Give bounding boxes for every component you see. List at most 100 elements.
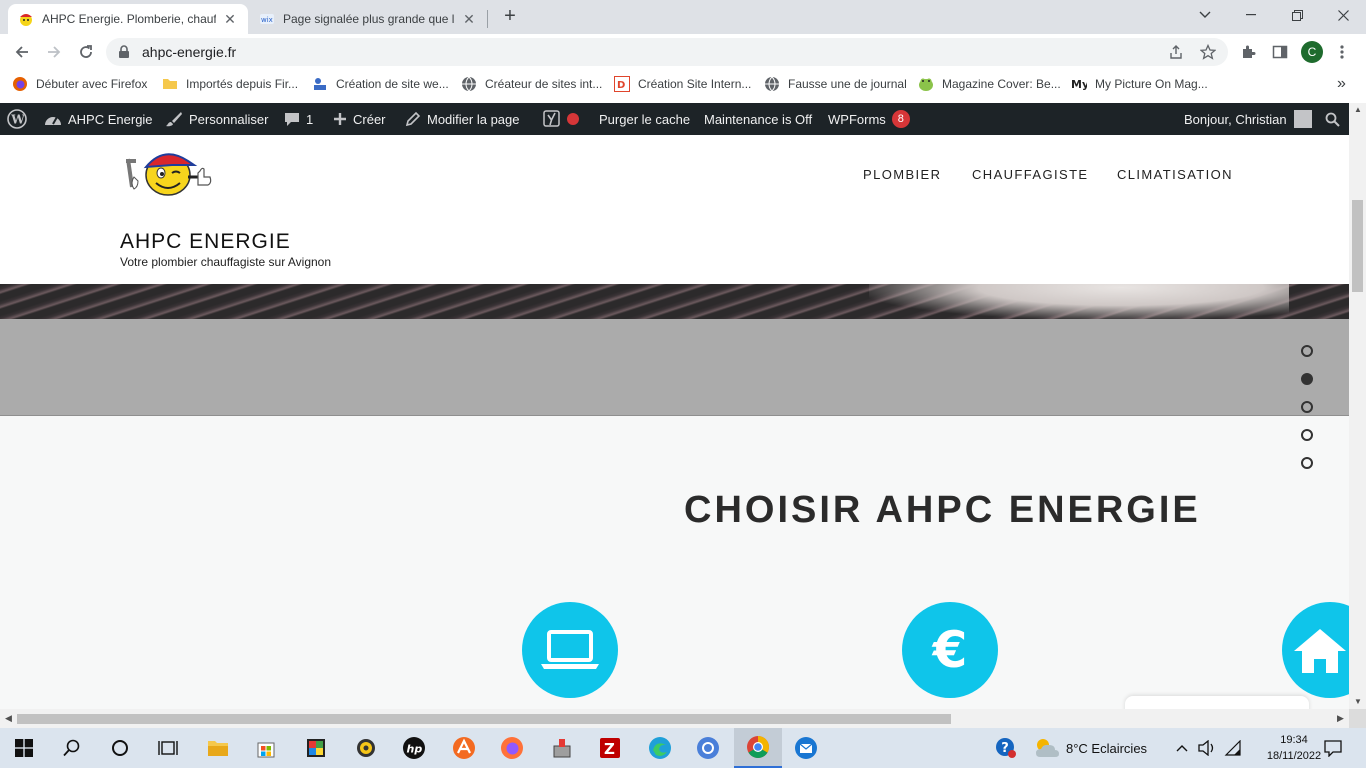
profile-avatar[interactable]: C [1301,41,1323,63]
vertical-scroll-thumb[interactable] [1352,200,1363,292]
start-button[interactable] [0,728,48,768]
help-icon[interactable]: ? [982,728,1030,768]
usb-tool-icon[interactable] [538,728,586,768]
brush-icon [166,112,182,127]
bookmark-item[interactable]: Importés depuis Fir... [162,75,298,93]
horizontal-scrollbar[interactable]: ◀ ▶ [0,709,1349,728]
scroll-right-arrow-icon[interactable]: ▶ [1337,713,1344,724]
share-icon[interactable] [1168,44,1184,60]
hp-icon[interactable]: hp [390,728,438,768]
site-tagline: Votre plombier chauffagiste sur Avignon [120,255,332,269]
yoast-seo-link[interactable] [543,103,593,135]
firefox-icon [13,77,27,91]
weather-widget[interactable]: 8°C Eclaircies [1034,728,1147,768]
tab-close-icon[interactable]: ✕ [461,11,477,27]
chromium-icon[interactable] [684,728,732,768]
maintenance-status-link[interactable]: Maintenance is Off [704,103,812,135]
wp-search-icon[interactable] [1325,103,1346,135]
cortana-icon[interactable] [96,728,144,768]
seo-status-dot [567,113,579,125]
filezilla-icon[interactable]: Z [586,728,634,768]
slider-dot[interactable] [1301,457,1313,469]
site-title[interactable]: AHPC ENERGIE [120,230,291,254]
photo-app-icon[interactable] [292,728,340,768]
my-icon: My [1071,78,1087,91]
wp-new-link[interactable]: Créer [333,103,386,135]
nav-chauffagiste[interactable]: CHAUFFAGISTE [972,167,1088,182]
url-text[interactable]: ahpc-energie.fr [142,44,236,60]
bookmark-item[interactable]: My My Picture On Mag... [1071,75,1208,93]
nav-plombier[interactable]: PLOMBIER [863,167,941,182]
avast-icon[interactable] [440,728,488,768]
slider-dot-active[interactable] [1301,373,1313,385]
address-bar[interactable]: ahpc-energie.fr [106,38,1228,66]
volume-icon[interactable] [1198,728,1216,768]
purge-cache-link[interactable]: Purger le cache [599,103,690,135]
minimize-button[interactable] [1228,4,1274,26]
wp-customize-link[interactable]: Personnaliser [165,103,269,135]
tab-page-signalee[interactable]: wix Page signalée plus grande que la ✕ [249,4,487,34]
horizontal-scroll-thumb[interactable] [17,714,951,724]
menu-icon[interactable] [1330,40,1354,64]
vertical-scrollbar[interactable]: ▲ ▼ [1349,103,1366,709]
wp-admin-bar: W AHPC Energie Personnaliser 1 Créer Mod… [0,103,1349,135]
extensions-icon[interactable] [1236,40,1260,64]
scroll-left-arrow-icon[interactable]: ◀ [5,713,12,724]
bookmark-item[interactable]: Débuter avec Firefox [12,75,147,93]
notifications-icon[interactable] [1324,728,1342,768]
hero-image [0,284,1349,319]
mail-app-icon[interactable] [782,728,830,768]
bookmark-item[interactable]: Créateur de sites int... [461,75,602,93]
restore-button[interactable] [1274,4,1320,26]
bookmark-item[interactable]: D Création Site Intern... [614,75,751,93]
tab-search-icon[interactable] [1182,4,1228,26]
tray-show-hidden-icon[interactable] [1176,728,1188,768]
slider-dot[interactable] [1301,345,1313,357]
bookmark-star-icon[interactable] [1200,44,1216,60]
nav-climatisation[interactable]: CLIMATISATION [1117,167,1233,182]
wpforms-link[interactable]: WPForms 8 [828,103,910,135]
network-icon[interactable] [1224,728,1242,768]
scroll-up-arrow-icon[interactable]: ▲ [1354,105,1362,114]
folder-icon [163,79,177,89]
chat-widget[interactable] [1125,696,1309,709]
tab-ahpc[interactable]: AHPC Energie. Plomberie, chauff ✕ [8,4,248,34]
edge-icon[interactable] [636,728,684,768]
dashboard-icon [45,116,61,125]
slider-dot[interactable] [1301,429,1313,441]
search-icon[interactable] [48,728,96,768]
bookmark-item[interactable]: Magazine Cover: Be... [918,75,1061,93]
wp-account-link[interactable]: Bonjour, Christian [1184,103,1312,135]
more-bookmarks-button[interactable]: » [1337,75,1346,93]
slider-dot[interactable] [1301,401,1313,413]
side-panel-icon[interactable] [1268,40,1292,64]
wp-comments-link[interactable]: 1 [284,103,313,135]
tab-title: Page signalée plus grande que la [283,12,455,26]
site-header: PLOMBIER CHAUFFAGISTE CLIMATISATION AHPC… [0,135,1349,284]
forward-button[interactable] [42,40,66,64]
wp-site-link[interactable]: AHPC Energie [44,103,153,135]
reload-button[interactable] [74,40,98,64]
wp-edit-page-link[interactable]: Modifier la page [405,103,520,135]
back-button[interactable] [10,40,34,64]
bookmark-item[interactable]: Fausse une de journal [764,75,907,93]
bookmark-item[interactable]: Création de site we... [312,75,449,93]
new-tab-button[interactable]: + [499,6,521,28]
laptop-icon [541,630,599,669]
globe-icon [462,76,476,92]
scroll-down-arrow-icon[interactable]: ▼ [1354,697,1362,706]
system-clock[interactable]: 19:34 18/11/2022 [1262,732,1326,764]
close-window-button[interactable] [1320,4,1366,26]
wordpress-logo-icon[interactable]: W [7,103,33,135]
comment-icon [285,113,299,126]
site-logo-smiley-icon[interactable] [124,147,214,203]
tab-close-icon[interactable]: ✕ [222,11,238,27]
firefox-taskbar-icon[interactable] [488,728,536,768]
chrome-taskbar-icon[interactable] [734,728,782,768]
owl-app-icon[interactable] [342,728,390,768]
file-explorer-icon[interactable] [194,728,242,768]
task-view-icon[interactable] [144,728,192,768]
lock-icon[interactable] [118,45,130,59]
store-icon[interactable] [242,728,290,768]
hero-overlay-band [0,319,1349,416]
